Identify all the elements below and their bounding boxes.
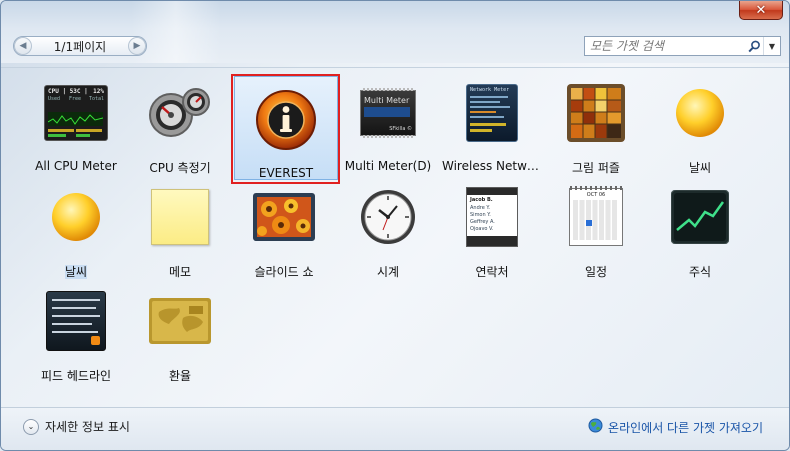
gadget-label: 일정 (584, 265, 608, 279)
contacts-icon: Jacob B. Andre Y. Simon Y. Geffrey A. Oj… (459, 184, 525, 250)
gadget-tile[interactable]: 슬라이드 쇼 (232, 174, 336, 279)
multi-meter-footer: SFkilla © (389, 126, 412, 132)
gadget-tile[interactable]: 주식 (648, 174, 752, 279)
gadget-label: 시계 (376, 265, 400, 279)
cpu-meter-icon: CPU | 53C | 12% Used Free Total (43, 80, 109, 146)
prev-page-button[interactable]: ◀ (14, 37, 32, 55)
gadget-label: Multi Meter(D) (344, 159, 432, 173)
cpu-meter-title: CPU | 53C | (48, 88, 88, 95)
close-button[interactable]: ✕ (739, 1, 783, 20)
slideshow-icon (251, 184, 317, 250)
gadget-label: 피드 헤드라인 (40, 369, 112, 383)
gadget-tile[interactable]: 날씨 (24, 174, 128, 279)
multi-meter-icon: Multi Meter SFkilla © (355, 80, 421, 146)
gadget-label: 환율 (168, 369, 192, 383)
cpu-meter-col-total: Total (89, 96, 105, 102)
show-details-button[interactable]: ⌄ 자세한 정보 표시 (23, 418, 130, 435)
cpu-meter-col-used: Used (48, 96, 61, 102)
gadget-label-text: 날씨 (64, 265, 88, 279)
gadget-label: 주식 (688, 265, 712, 279)
gadget-gallery-window: ✕ ◀ 1/1페이지 ▶ ▼ CPU | 53C | 12% Used Free… (0, 0, 790, 451)
cpu-meter-col-free: Free (69, 96, 82, 102)
gadget-grid: CPU | 53C | 12% Used Free Total All CPU … (1, 67, 789, 408)
gadget-tile[interactable]: CPU | 53C | 12% Used Free Total All CPU … (24, 70, 128, 174)
multi-meter-title: Multi Meter (364, 96, 410, 105)
gadget-label: All CPU Meter (35, 159, 117, 173)
gadget-tile[interactable]: Network Meter Wireless Netwo... (440, 70, 544, 174)
network-meter-icon: Network Meter (459, 80, 525, 146)
page-navigator: ◀ 1/1페이지 ▶ (13, 36, 147, 56)
search-dropdown-button[interactable]: ▼ (763, 37, 780, 55)
gadget-label: 연락처 (475, 265, 509, 279)
gadget-tile-selected[interactable]: EVEREST (234, 76, 338, 180)
get-more-gadgets-label: 온라인에서 다른 가젯 가져오기 (608, 420, 763, 435)
glass-reflection (131, 1, 221, 63)
gadget-tile[interactable]: Multi Meter SFkilla © Multi Meter(D) (336, 70, 440, 174)
footer-bar: ⌄ 자세한 정보 표시 온라인에서 다른 가젯 가져오기 (1, 407, 789, 450)
gadget-tile[interactable]: 그림 퍼즐 (544, 70, 648, 175)
notes-icon (147, 184, 213, 250)
weather-sun-icon (667, 80, 733, 146)
search-icon[interactable] (745, 40, 763, 53)
currency-icon (147, 288, 213, 354)
gadget-tile[interactable]: Jacob B. Andre Y. Simon Y. Geffrey A. Oj… (440, 174, 544, 279)
get-more-gadgets-link[interactable]: 온라인에서 다른 가젯 가져오기 (588, 418, 763, 436)
feed-headlines-icon (43, 288, 109, 354)
weather-sun-icon (43, 184, 109, 250)
search-box: ▼ (584, 36, 781, 56)
page-indicator: 1/1페이지 (53, 39, 107, 54)
gadget-tile[interactable]: 날씨 (648, 70, 752, 175)
contact-item: Jacob B. (470, 197, 493, 203)
contact-item: Ojoavo V. (470, 226, 494, 232)
gadget-tile[interactable]: 메모 (128, 174, 232, 279)
search-input[interactable] (585, 38, 745, 54)
gadget-tile[interactable]: 시계 (336, 174, 440, 279)
stocks-icon (667, 184, 733, 250)
calendar-month: OCT 06 (586, 192, 606, 198)
gadget-tile[interactable]: 환율 (128, 278, 232, 383)
calendar-icon: OCT 06 (563, 184, 629, 250)
gadget-tile[interactable]: OCT 06 일정 (544, 174, 648, 279)
chevron-down-icon: ⌄ (23, 418, 39, 435)
clock-icon (355, 184, 421, 250)
gadget-label: Wireless Netwo... (442, 159, 544, 173)
everest-info-icon (253, 87, 319, 153)
network-meter-title: Network Meter (470, 87, 510, 93)
next-page-button[interactable]: ▶ (128, 37, 146, 55)
contact-item: Andre Y. (470, 205, 491, 211)
gadget-tile[interactable]: 피드 헤드라인 (24, 278, 128, 383)
contact-item: Geffrey A. (470, 219, 495, 225)
cpu-meter-percent: 12% (93, 88, 104, 95)
gadget-label: 슬라이드 쇼 (254, 265, 314, 279)
gadget-tile[interactable]: CPU 측정기 (128, 70, 232, 175)
globe-icon (588, 418, 603, 436)
picture-puzzle-icon (563, 80, 629, 146)
show-details-label: 자세한 정보 표시 (45, 420, 130, 434)
cpu-gauge-icon (147, 80, 213, 146)
contact-item: Simon Y. (470, 212, 491, 218)
